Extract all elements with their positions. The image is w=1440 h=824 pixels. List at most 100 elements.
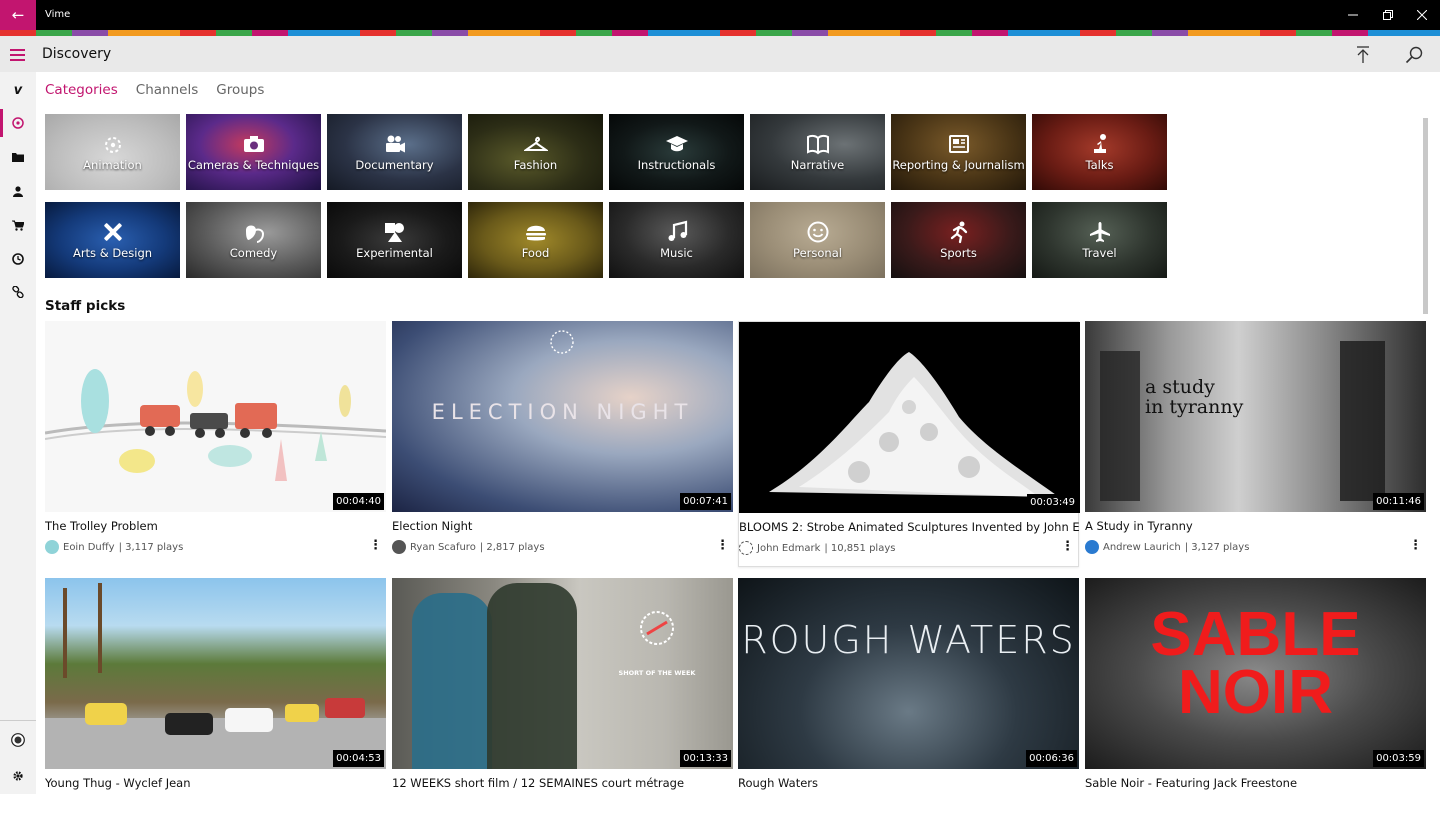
vimeo-logo-icon: v <box>13 82 23 98</box>
video-author[interactable]: Eoin Duffy <box>63 542 115 553</box>
search-button[interactable] <box>1400 42 1428 68</box>
street-scene <box>45 583 386 769</box>
video-title[interactable]: Sable Noir - Featuring Jack Freestone <box>1085 776 1426 790</box>
author-avatar[interactable] <box>1085 540 1099 554</box>
video-card[interactable]: 00:03:49 BLOOMS 2: Strobe Animated Sculp… <box>738 321 1080 567</box>
discovery-tabs: Categories Channels Groups <box>45 82 264 98</box>
video-card[interactable]: 00:04:53 Young Thug - Wyclef Jean <box>45 578 386 824</box>
video-title[interactable]: Rough Waters <box>738 776 1079 790</box>
category-tile-documentary[interactable]: Documentary <box>327 114 462 190</box>
category-tile-reporting[interactable]: Reporting & Journalism <box>891 114 1026 190</box>
minimize-icon <box>1348 14 1358 16</box>
sidebar-item-folders[interactable] <box>0 141 36 173</box>
graduation-cap-icon <box>665 136 688 152</box>
video-card[interactable]: SABLE NOIR 00:03:59 Sable Noir - Featuri… <box>1085 578 1426 824</box>
book-icon <box>806 134 829 155</box>
category-tile-food[interactable]: Food <box>468 202 603 278</box>
video-title[interactable]: A Study in Tyranny <box>1085 519 1426 533</box>
video-title[interactable]: BLOOMS 2: Strobe Animated Sculptures Inv… <box>739 520 1080 534</box>
category-tile-comedy[interactable]: Comedy <box>186 202 321 278</box>
video-card[interactable]: SHORT OF THE WEEK 00:13:33 12 WEEKS shor… <box>392 578 733 824</box>
compass-icon <box>12 117 24 129</box>
category-tile-talks[interactable]: Talks <box>1032 114 1167 190</box>
sidebar-item-discovery[interactable] <box>0 107 36 139</box>
back-arrow-icon: ← <box>11 6 25 24</box>
category-label: Sports <box>940 246 977 260</box>
category-tile-animation[interactable]: Animation <box>45 114 180 190</box>
category-tile-arts-design[interactable]: Arts & Design <box>45 202 180 278</box>
more-options-icon[interactable]: ⋮ <box>716 538 729 553</box>
video-thumbnail[interactable]: SABLE NOIR 00:03:59 <box>1085 578 1426 769</box>
category-label: Talks <box>1085 158 1114 172</box>
video-card[interactable]: ROUGH WATERS 00:06:36 Rough Waters <box>738 578 1079 824</box>
category-tile-travel[interactable]: Travel <box>1032 202 1167 278</box>
video-title[interactable]: The Trolley Problem <box>45 519 386 533</box>
category-tile-fashion[interactable]: Fashion <box>468 114 603 190</box>
category-tile-instructionals[interactable]: Instructionals <box>609 114 744 190</box>
sidebar-item-store[interactable] <box>0 209 36 241</box>
close-button[interactable] <box>1405 0 1439 30</box>
video-card[interactable]: ELECTION NIGHT 00:07:41 Election Night R… <box>392 321 733 567</box>
video-title[interactable]: Election Night <box>392 519 733 533</box>
video-thumbnail[interactable]: 00:04:40 <box>45 321 386 512</box>
sidebar-item-profile[interactable] <box>0 175 36 207</box>
figure-silhouette <box>487 583 577 769</box>
category-tile-music[interactable]: Music <box>609 202 744 278</box>
sidebar-item-account[interactable] <box>0 724 36 756</box>
scroll-top-button[interactable] <box>1349 42 1377 68</box>
sidebar-item-settings[interactable] <box>0 760 36 792</box>
video-title[interactable]: Young Thug - Wyclef Jean <box>45 776 386 790</box>
hamburger-menu-button[interactable] <box>6 46 30 62</box>
video-meta: Ryan Scafuro | 2,817 plays <box>392 540 545 554</box>
scrollbar-thumb[interactable] <box>1423 118 1428 314</box>
author-avatar[interactable] <box>739 541 753 555</box>
restore-button[interactable] <box>1371 0 1405 30</box>
more-options-icon[interactable]: ⋮ <box>369 538 382 553</box>
video-author[interactable]: John Edmark <box>757 543 820 554</box>
category-tile-cameras[interactable]: Cameras & Techniques <box>186 114 321 190</box>
trolley-illustration <box>45 321 386 512</box>
video-meta: Eoin Duffy | 3,117 plays <box>45 540 183 554</box>
sidebar-item-history[interactable] <box>0 243 36 275</box>
video-meta: Andrew Laurich | 3,127 plays <box>1085 540 1249 554</box>
back-button[interactable]: ← <box>0 0 36 30</box>
thumbnail-overlay-text: SHORT OF THE WEEK <box>618 669 696 677</box>
laurel-badge-icon <box>550 330 574 354</box>
video-thumbnail[interactable]: 00:03:49 <box>739 322 1080 513</box>
sidebar-item-vimeo[interactable]: v <box>0 74 36 106</box>
video-thumbnail[interactable]: a study in tyranny 00:11:46 <box>1085 321 1426 512</box>
video-card[interactable]: a study in tyranny 00:11:46 A Study in T… <box>1085 321 1426 567</box>
sidebar-divider <box>0 720 36 721</box>
category-tile-personal[interactable]: Personal <box>750 202 885 278</box>
link-icon <box>12 286 24 298</box>
video-author[interactable]: Ryan Scafuro <box>410 542 476 553</box>
tab-channels[interactable]: Channels <box>136 82 198 98</box>
restore-icon <box>1383 10 1393 20</box>
video-thumbnail[interactable]: SHORT OF THE WEEK 00:13:33 <box>392 578 733 769</box>
author-avatar[interactable] <box>45 540 59 554</box>
video-plays: | 3,117 plays <box>118 541 184 553</box>
video-author[interactable]: Andrew Laurich <box>1103 542 1181 553</box>
video-duration: 00:11:46 <box>1373 493 1424 510</box>
category-tile-narrative[interactable]: Narrative <box>750 114 885 190</box>
video-title[interactable]: 12 WEEKS short film / 12 SEMAINES court … <box>392 776 733 790</box>
video-thumbnail[interactable]: 00:04:53 <box>45 578 386 769</box>
camera-icon <box>243 136 264 152</box>
video-card[interactable]: 00:04:40 The Trolley Problem Eoin Duffy … <box>45 321 386 567</box>
tab-groups[interactable]: Groups <box>216 82 264 98</box>
sidebar: v <box>0 72 36 794</box>
thumbnail-overlay-text: ROUGH WATERS <box>741 618 1076 662</box>
category-tile-sports[interactable]: Sports <box>891 202 1026 278</box>
video-thumbnail[interactable]: ROUGH WATERS 00:06:36 <box>738 578 1079 769</box>
sidebar-item-links[interactable] <box>0 276 36 308</box>
video-plays: | 2,817 plays <box>479 541 545 553</box>
gear-icon <box>13 771 23 781</box>
account-avatar-icon <box>11 733 25 747</box>
tab-categories[interactable]: Categories <box>45 82 118 98</box>
minimize-button[interactable] <box>1336 0 1370 30</box>
category-tile-experimental[interactable]: Experimental <box>327 202 462 278</box>
more-options-icon[interactable]: ⋮ <box>1061 539 1074 554</box>
video-thumbnail[interactable]: ELECTION NIGHT 00:07:41 <box>392 321 733 512</box>
video-duration: 00:06:36 <box>1026 750 1077 767</box>
author-avatar[interactable] <box>392 540 406 554</box>
